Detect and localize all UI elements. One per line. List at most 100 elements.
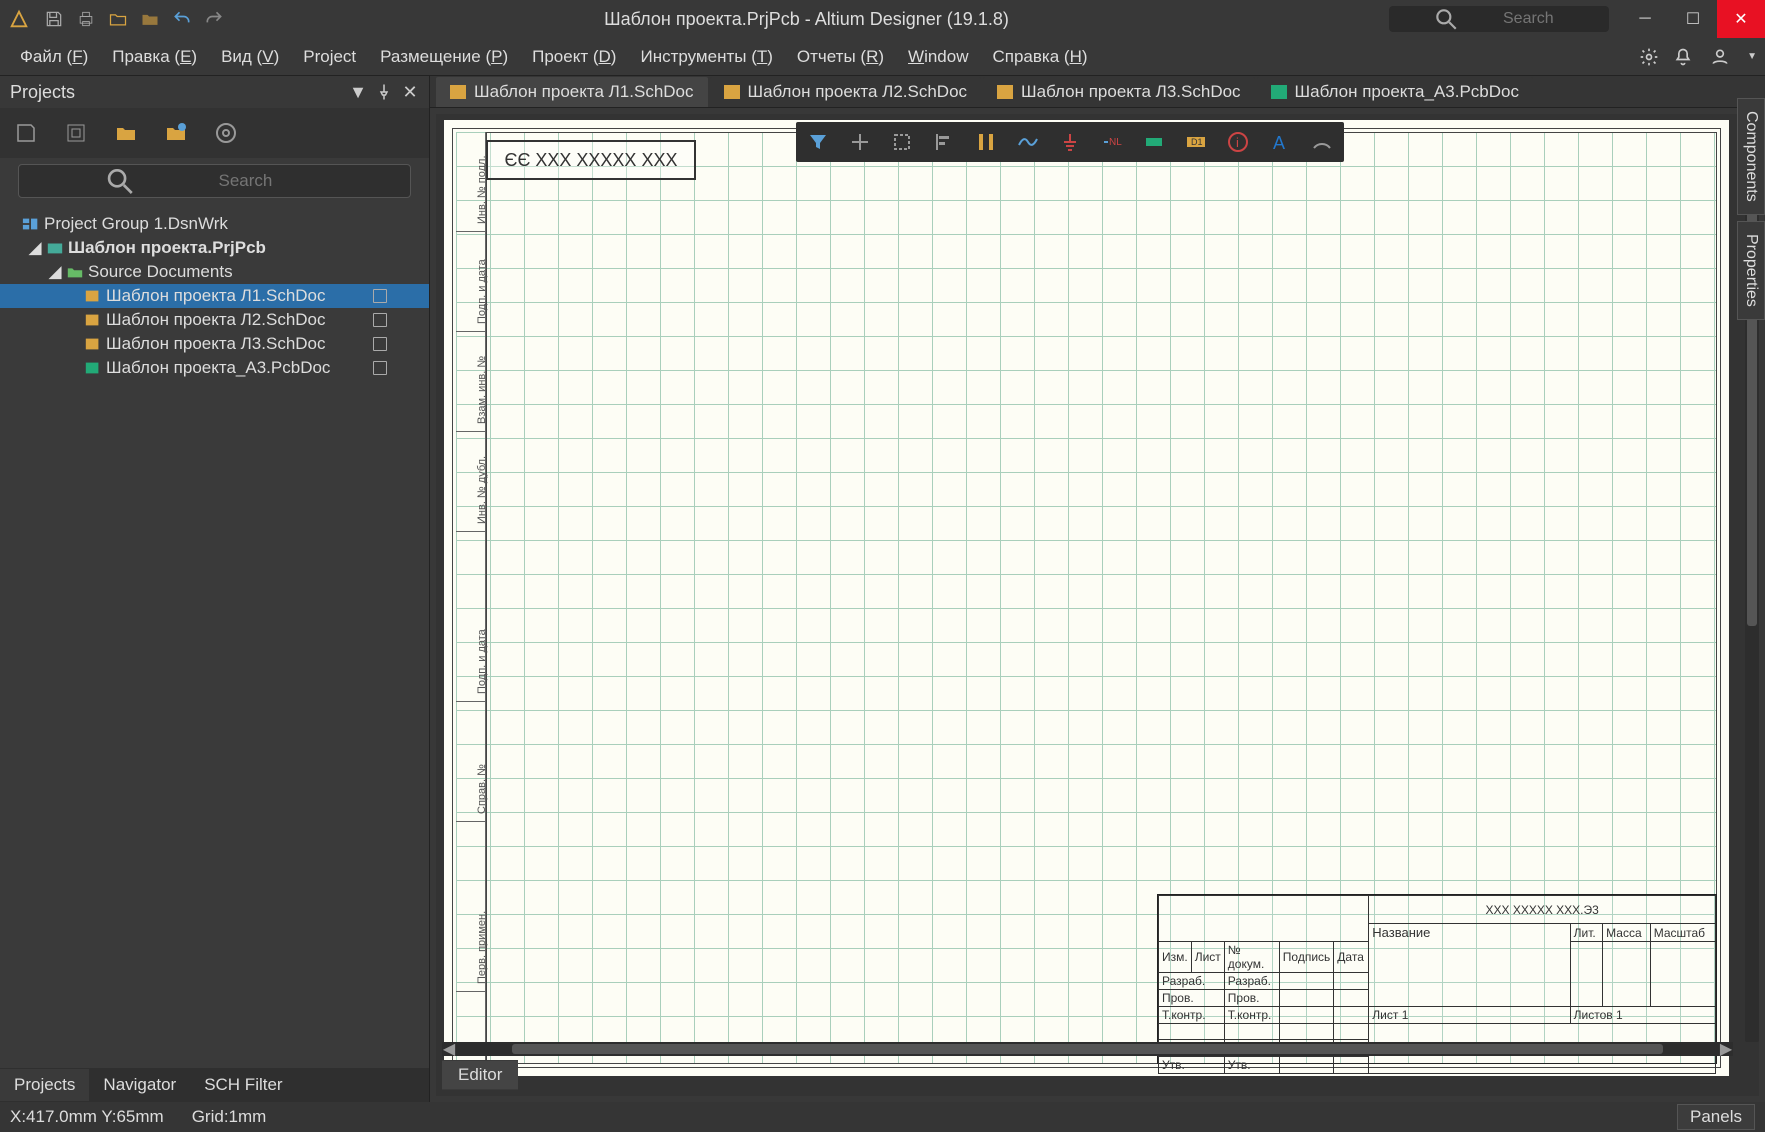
- settings-icon[interactable]: [1639, 47, 1659, 67]
- save-project-icon[interactable]: [14, 121, 38, 145]
- zone-cell: Подп. и дата: [456, 532, 486, 702]
- global-search[interactable]: [1389, 6, 1609, 32]
- tb-sheets: Листов 1: [1570, 1007, 1715, 1024]
- distribute-icon[interactable]: [974, 130, 998, 154]
- add-folder-icon[interactable]: [114, 121, 138, 145]
- sch-doc-icon: [724, 85, 740, 99]
- zone-cell: Инв. № подл.: [456, 132, 486, 232]
- wire-icon[interactable]: [1016, 130, 1040, 154]
- status-grid: Grid:1mm: [192, 1107, 267, 1127]
- tree-doc[interactable]: Шаблон проекта_A3.PcbDoc: [0, 356, 429, 380]
- print-icon[interactable]: [76, 9, 96, 29]
- panel-close-icon[interactable]: ✕: [401, 83, 419, 101]
- doc-status-icon: [373, 289, 387, 303]
- menu-project[interactable]: Project: [291, 43, 368, 71]
- bus-icon[interactable]: [1142, 130, 1166, 154]
- projects-search[interactable]: [18, 164, 411, 198]
- open-project-icon[interactable]: [140, 9, 160, 29]
- tree-doc[interactable]: Шаблон проекта Л1.SchDoc: [0, 284, 429, 308]
- horizontal-scrollbar[interactable]: ◀ ▶: [442, 1042, 1733, 1056]
- cross-probe-icon[interactable]: [848, 130, 872, 154]
- power-gnd-icon[interactable]: [1058, 130, 1082, 154]
- projects-toolbar: [0, 108, 429, 158]
- schematic-canvas[interactable]: Инв. № подл.Подп. и датаВзам. инв. №Инв.…: [436, 114, 1759, 1096]
- tree-doc[interactable]: Шаблон проекта Л3.SchDoc: [0, 332, 429, 356]
- select-icon[interactable]: [890, 130, 914, 154]
- filter-icon[interactable]: [806, 130, 830, 154]
- panel-tab-projects[interactable]: Projects: [0, 1069, 89, 1101]
- doc-tab-label: Шаблон проекта Л3.SchDoc: [1021, 82, 1241, 102]
- netlabel-icon[interactable]: NL: [1100, 130, 1124, 154]
- panel-pin-icon[interactable]: [375, 83, 393, 101]
- projects-panel-header: Projects ▼ ✕: [0, 76, 429, 108]
- panel-tab-navigator[interactable]: Navigator: [89, 1069, 190, 1101]
- title-bar: Шаблон проекта.PrjPcb - Altium Designer …: [0, 0, 1765, 38]
- scroll-left-icon[interactable]: ◀: [442, 1042, 456, 1056]
- designator-icon[interactable]: D1: [1184, 130, 1208, 154]
- doc-tab[interactable]: Шаблон проекта Л3.SchDoc: [983, 77, 1255, 107]
- save-icon[interactable]: [44, 9, 64, 29]
- align-left-icon[interactable]: [932, 130, 956, 154]
- panels-button[interactable]: Panels: [1677, 1104, 1755, 1130]
- projects-panel-title: Projects: [10, 82, 75, 103]
- projects-panel: Projects ▼ ✕ Project Group 1.DsnWrk: [0, 76, 430, 1102]
- projects-search-input[interactable]: [219, 171, 401, 191]
- redo-icon[interactable]: [204, 9, 224, 29]
- left-zone-bar: Инв. № подл.Подп. и датаВзам. инв. №Инв.…: [456, 132, 486, 1064]
- project-settings-icon[interactable]: [214, 121, 238, 145]
- refresh-project-icon[interactable]: [164, 121, 188, 145]
- open-folder-icon[interactable]: [108, 9, 128, 29]
- tree-doc[interactable]: Шаблон проекта Л2.SchDoc: [0, 308, 429, 332]
- menu-отчеты[interactable]: Отчеты (R): [785, 43, 896, 71]
- tb-lit: Лит.: [1570, 924, 1603, 942]
- maximize-button[interactable]: ☐: [1669, 0, 1717, 38]
- doc-tab-label: Шаблон проекта Л1.SchDoc: [474, 82, 694, 102]
- tree-root[interactable]: Project Group 1.DsnWrk: [0, 212, 429, 236]
- compile-icon[interactable]: [64, 121, 88, 145]
- menu-правка[interactable]: Правка (E): [100, 43, 209, 71]
- menu-проект[interactable]: Проект (D): [520, 43, 628, 71]
- sch-doc-icon: [84, 312, 102, 328]
- menu-справка[interactable]: Справка (H): [981, 43, 1100, 71]
- doc-tab[interactable]: Шаблон проекта Л1.SchDoc: [436, 77, 708, 107]
- doc-status-icon: [373, 313, 387, 327]
- side-tab-components[interactable]: Components: [1737, 98, 1765, 215]
- notifications-icon[interactable]: [1673, 47, 1693, 67]
- doc-status-icon: [373, 361, 387, 375]
- panel-dropdown-icon[interactable]: ▼: [349, 83, 367, 101]
- menu-вид[interactable]: Вид (V): [209, 43, 291, 71]
- info-icon[interactable]: i: [1226, 130, 1250, 154]
- tree-source-folder[interactable]: ◢ Source Documents: [0, 260, 429, 284]
- user-icon[interactable]: [1707, 47, 1733, 67]
- doc-tab[interactable]: Шаблон проекта_A3.PcbDoc: [1257, 77, 1533, 107]
- text-icon[interactable]: A: [1268, 130, 1292, 154]
- editor-tab[interactable]: Editor: [442, 1061, 518, 1089]
- tree-project-label: Шаблон проекта.PrjPcb: [68, 238, 266, 258]
- project-tree: Project Group 1.DsnWrk ◢ Шаблон проекта.…: [0, 208, 429, 1068]
- menu-размещение[interactable]: Размещение (P): [368, 43, 520, 71]
- minimize-button[interactable]: ─: [1621, 0, 1669, 38]
- side-tab-properties[interactable]: Properties: [1737, 221, 1765, 320]
- menu-файл[interactable]: Файл (F): [8, 43, 100, 71]
- collapse-icon[interactable]: ◢: [28, 238, 42, 258]
- tree-project[interactable]: ◢ Шаблон проекта.PrjPcb: [0, 236, 429, 260]
- scroll-thumb[interactable]: [512, 1044, 1663, 1054]
- tree-doc-label: Шаблон проекта Л1.SchDoc: [106, 286, 326, 306]
- status-bar: X:417.0mm Y:65mm Grid:1mm Panels: [0, 1102, 1765, 1132]
- user-dropdown-icon[interactable]: ▼: [1747, 51, 1757, 62]
- active-bar[interactable]: NL D1 i A: [796, 122, 1344, 162]
- scroll-right-icon[interactable]: ▶: [1719, 1042, 1733, 1056]
- search-icon: [1397, 6, 1495, 32]
- menu-инструменты[interactable]: Инструменты (T): [628, 43, 784, 71]
- doc-tab[interactable]: Шаблон проекта Л2.SchDoc: [710, 77, 982, 107]
- collapse-icon[interactable]: ◢: [48, 262, 62, 282]
- sch-doc-icon: [84, 288, 102, 304]
- global-search-input[interactable]: [1503, 10, 1601, 28]
- panel-tab-sch-filter[interactable]: SCH Filter: [190, 1069, 296, 1101]
- close-button[interactable]: ✕: [1717, 0, 1765, 38]
- arc-icon[interactable]: [1310, 130, 1334, 154]
- zone-label: Взам. инв. №: [476, 356, 488, 424]
- menu-window[interactable]: Window: [896, 43, 980, 71]
- editor-mode-tabs: Editor: [442, 1060, 518, 1090]
- undo-icon[interactable]: [172, 9, 192, 29]
